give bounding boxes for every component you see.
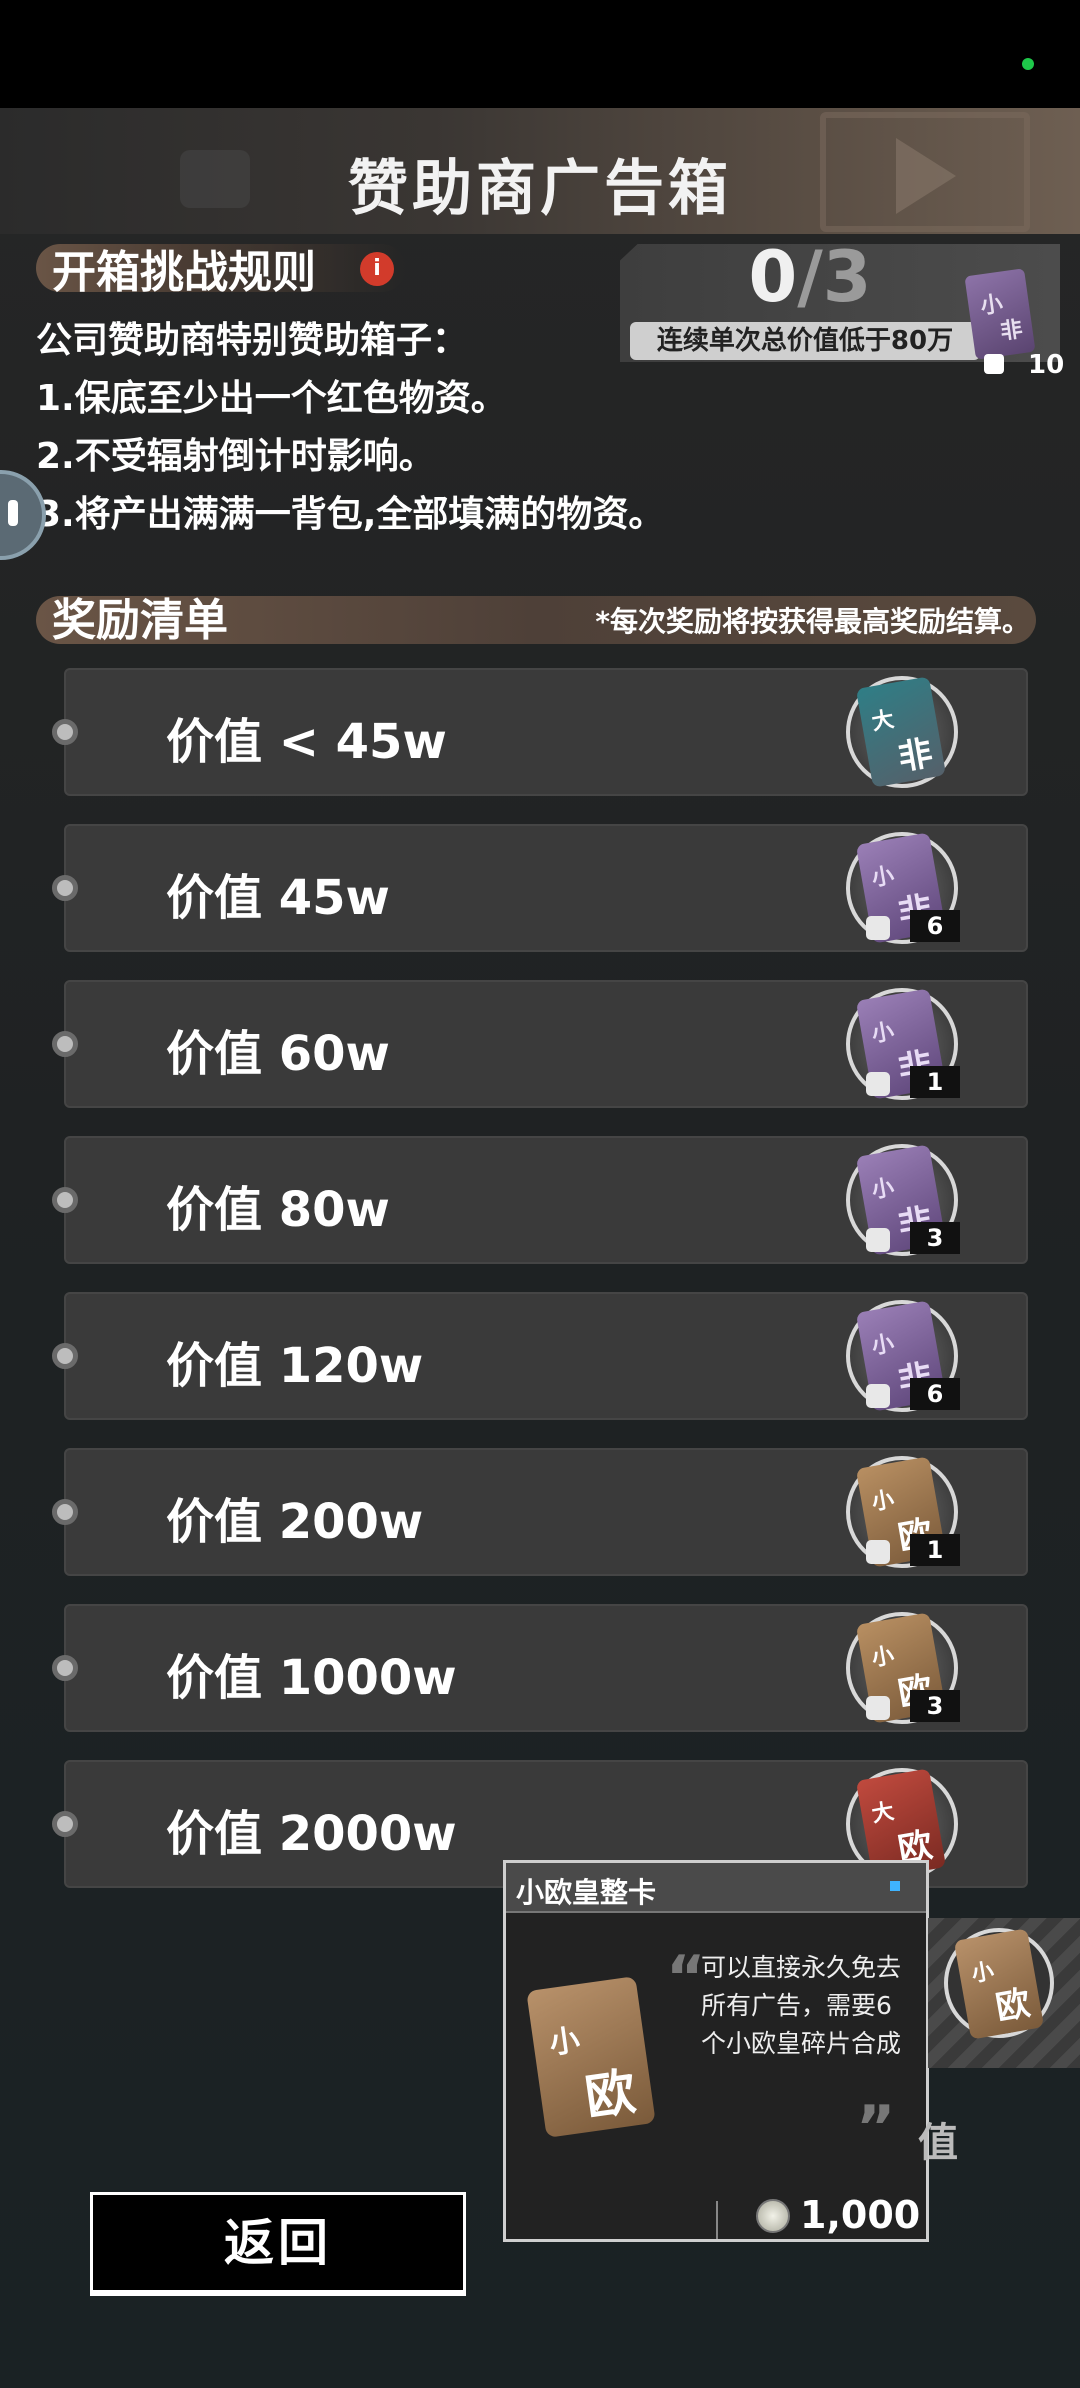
reward-label: 价值 200w [166,1494,424,1550]
reward-label: 价值 < 45w [166,714,447,770]
bullet-icon [52,1343,78,1369]
card-icon: 小 欧 [526,1976,656,2138]
rule-line: 2.不受辐射倒计时影响。 [36,436,435,477]
tooltip-title: 小欧皇整卡 [516,1876,657,1909]
puzzle-piece-icon [866,916,890,940]
progress-label: 连续单次总价值低于80万 [630,322,980,360]
price-value: 1,000 [800,2193,921,2237]
rules-title: 开箱挑战规则 [52,247,316,298]
piece-count-badge: 1 [910,1066,960,1098]
card-char: 欧 [992,1983,1034,2029]
bullet-icon [52,1499,78,1525]
fragment-card-icon: 小 非 [964,268,1036,360]
bullet-icon [52,875,78,901]
rewards-title: 奖励清单 [52,595,228,646]
progress-total: /3 [797,236,872,318]
rule-line: 3.将产出满满一背包,全部填满的物资。 [36,494,665,535]
info-icon[interactable]: i [360,252,394,286]
card-char: 非 [998,317,1025,345]
reward-label: 价值 60w [166,1026,390,1082]
puzzle-piece-icon [866,1696,890,1720]
reward-label: 价值 80w [166,1182,390,1238]
piece-count-badge: 3 [910,1222,960,1254]
tooltip-header: 小欧皇整卡 [506,1863,926,1913]
piece-count-badge: 3 [910,1690,960,1722]
card-char: 大 [869,707,896,736]
quote-close-icon: ” [856,2093,896,2163]
card-char: 非 [895,733,936,779]
card-char: 小 [869,1487,896,1516]
status-bar [0,0,1080,108]
card-char: 小 [869,1019,896,1048]
rules-text: 公司赞助商特别赞助箱子： 1.保底至少出一个红色物资。 2.不受辐射倒计时影响。… [36,312,664,544]
reward-label: 价值 45w [166,870,390,926]
pin-icon[interactable] [890,1881,900,1891]
claim-label: 值 [918,2120,958,2166]
reward-label: 价值 1000w [166,1650,457,1706]
puzzle-piece-icon [866,1384,890,1408]
card-char: 小 [869,1331,896,1360]
piece-count-badge: 6 [910,910,960,942]
progress-counter: 0/3 [620,236,1000,318]
progress-current: 0 [748,236,798,318]
rule-line: 公司赞助商特别赞助箱子： [36,320,469,361]
card-char: 小 [869,1643,896,1672]
piece-count-badge: 6 [910,1378,960,1410]
back-button[interactable]: 返回 [90,2192,466,2296]
puzzle-piece-icon [866,1228,890,1252]
card-char: 欧 [581,2062,640,2127]
item-tooltip: 小欧皇整卡 小 欧 “ 可以直接永久免去所有广告，需要6个小欧皇碎片合成 ” 1… [503,1860,929,2242]
rule-line: 1.保底至少出一个红色物资。 [36,378,507,419]
reward-label: 价值 2000w [166,1806,457,1862]
rewards-note: *每次奖励将按获得最高奖励结算。 [595,605,1030,638]
bullet-icon [52,719,78,745]
piece-count-badge: 1 [910,1534,960,1566]
card-char: 小 [547,2022,582,2062]
reward-label: 价值 120w [166,1338,424,1394]
page-title: 赞助商广告箱 [348,154,732,224]
piece-count: 10 [1028,350,1065,380]
bullet-icon [52,1655,78,1681]
card-char: 小 [869,863,896,892]
bullet-icon [52,1187,78,1213]
quote-open-icon: “ [666,1943,706,2013]
bullet-icon [52,1031,78,1057]
status-indicator-icon [1022,58,1034,70]
card-char: 大 [869,1799,896,1828]
puzzle-piece-icon [866,1072,890,1096]
divider [716,2201,718,2239]
coin-icon [756,2199,790,2233]
tooltip-description: 可以直接永久免去所有广告，需要6个小欧皇碎片合成 [701,1953,902,2058]
card-char: 小 [869,1175,896,1204]
puzzle-piece-icon [984,354,1004,374]
bullet-icon [52,1811,78,1837]
puzzle-piece-icon [866,1540,890,1564]
